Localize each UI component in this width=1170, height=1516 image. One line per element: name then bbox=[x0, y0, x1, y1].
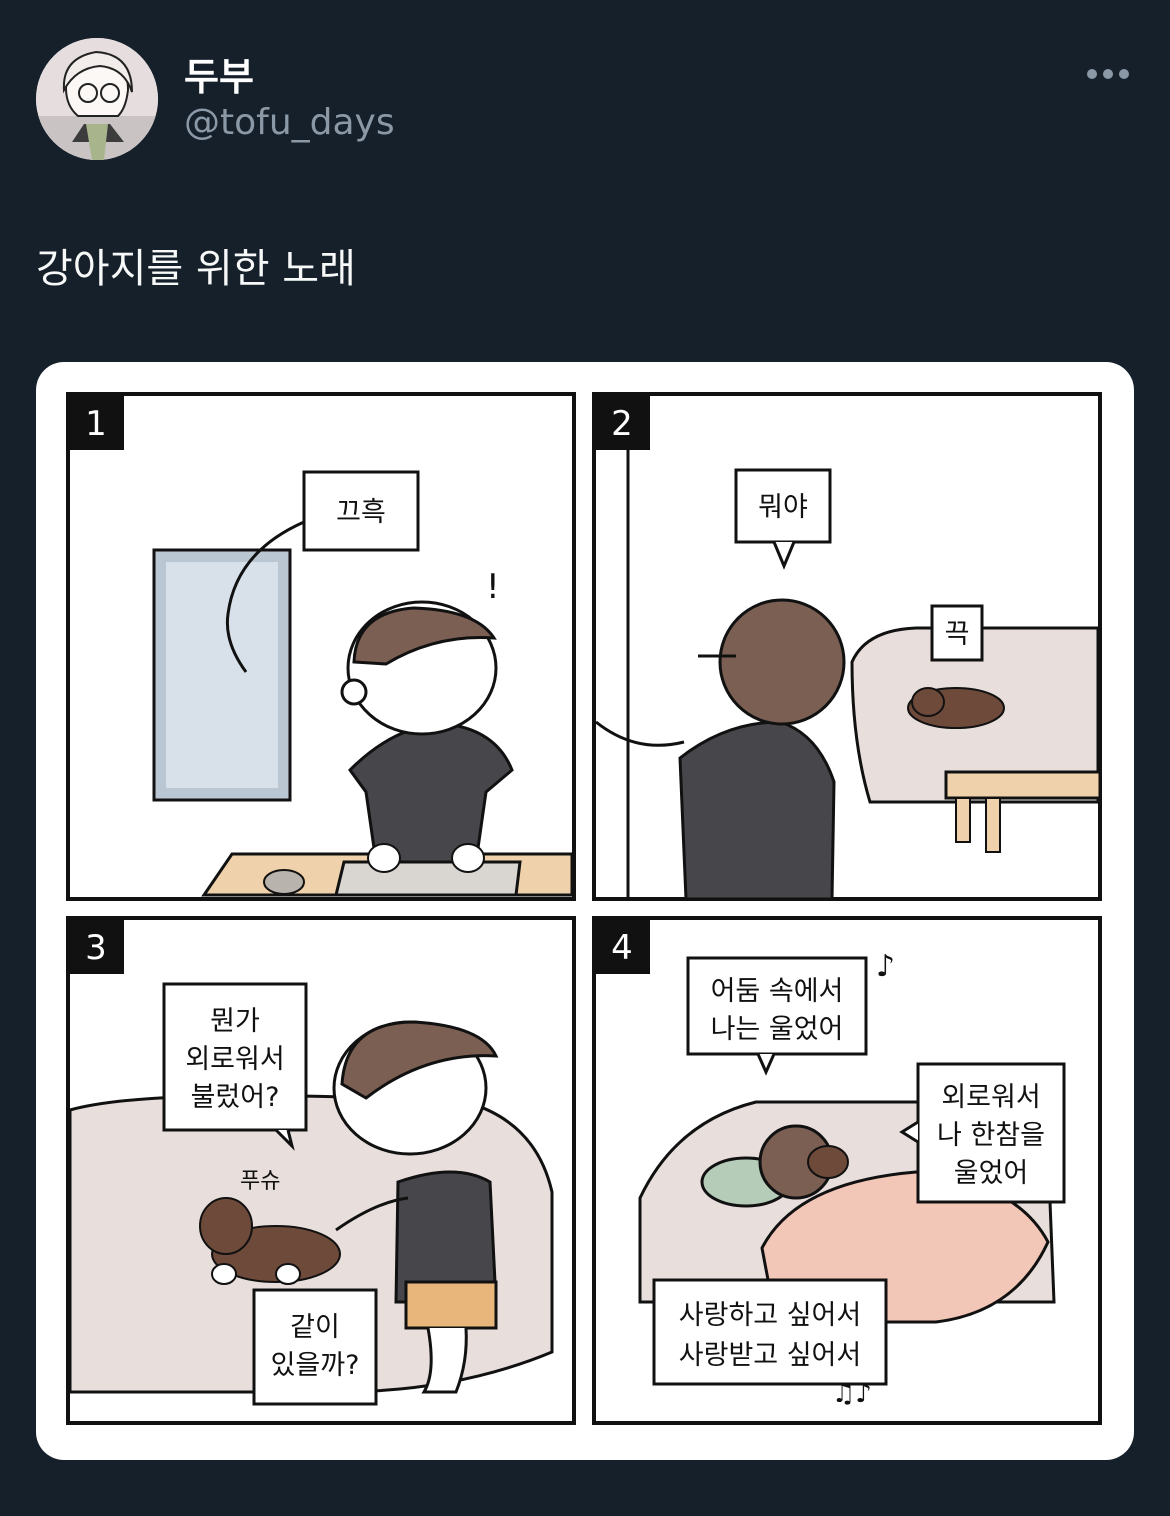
comic-panel-2: 뭐야 끅 2 bbox=[592, 392, 1102, 901]
panel-1-sfx: ! bbox=[486, 567, 500, 607]
panel-2-bubble-1: 뭐야 bbox=[758, 492, 808, 523]
panel-3-bubble-1-line-2: 외로워서 bbox=[185, 1044, 284, 1075]
panel-1-bubble: 끄흑 bbox=[336, 497, 386, 528]
panel-3-bubble-1-line-3: 불렀어? bbox=[191, 1082, 280, 1113]
panel-4-number: 4 bbox=[611, 928, 633, 968]
panel-2-bubble-2: 끅 bbox=[945, 619, 970, 650]
panel-4-bubble-2-line-1: 외로워서 bbox=[941, 1082, 1040, 1113]
panel-4-bubble-1-line-1: 어둠 속에서 bbox=[711, 976, 844, 1007]
comic-strip: 끄흑 ! 1 뭐야 끅 2 푸슈 뭔가 외로워서 불렀어? 같이 있을까? 3 … bbox=[66, 392, 1102, 1425]
panel-3-sfx: 푸슈 bbox=[240, 1169, 280, 1194]
panel-1-number: 1 bbox=[85, 404, 107, 444]
comic-panel-1: 끄흑 ! 1 bbox=[66, 392, 576, 901]
avatar-illustration bbox=[36, 38, 158, 160]
more-horizontal-icon[interactable] bbox=[1084, 60, 1132, 88]
panel-4-bubble-2-line-3: 울었어 bbox=[954, 1158, 1029, 1189]
panel-2-number: 2 bbox=[611, 404, 633, 444]
panel-3-bubble-2-line-1: 같이 bbox=[290, 1312, 340, 1343]
avatar[interactable] bbox=[36, 38, 158, 160]
comic-panel-4: 어둠 속에서 나는 울었어 ♪ 외로워서 나 한참을 울었어 사랑하고 싶어서 … bbox=[592, 916, 1102, 1425]
display-name[interactable]: 두부 bbox=[184, 46, 254, 101]
panel-4-bubble-2-line-2: 나 한참을 bbox=[937, 1120, 1045, 1151]
user-handle[interactable]: @tofu_days bbox=[184, 102, 395, 143]
panel-3-bubble-1-line-1: 뭔가 bbox=[210, 1006, 260, 1037]
music-notes-icon: ♫♪ bbox=[832, 1379, 872, 1409]
panel-4-bubble-3-line-2: 사랑받고 싶어서 bbox=[679, 1340, 861, 1371]
panel-4-bubble-1-line-2: 나는 울었어 bbox=[711, 1014, 844, 1045]
panel-3-bubble-2-line-2: 있을까? bbox=[271, 1350, 360, 1381]
panel-4-bubble-3-line-1: 사랑하고 싶어서 bbox=[679, 1300, 861, 1331]
tweet-media-image[interactable]: 끄흑 ! 1 뭐야 끅 2 푸슈 뭔가 외로워서 불렀어? 같이 있을까? 3 … bbox=[36, 362, 1134, 1460]
music-note-icon: ♪ bbox=[876, 949, 895, 984]
tweet-text: 강아지를 위한 노래 bbox=[36, 246, 356, 292]
comic-panel-3: 푸슈 뭔가 외로워서 불렀어? 같이 있을까? 3 bbox=[66, 916, 576, 1425]
panel-3-number: 3 bbox=[85, 928, 107, 968]
